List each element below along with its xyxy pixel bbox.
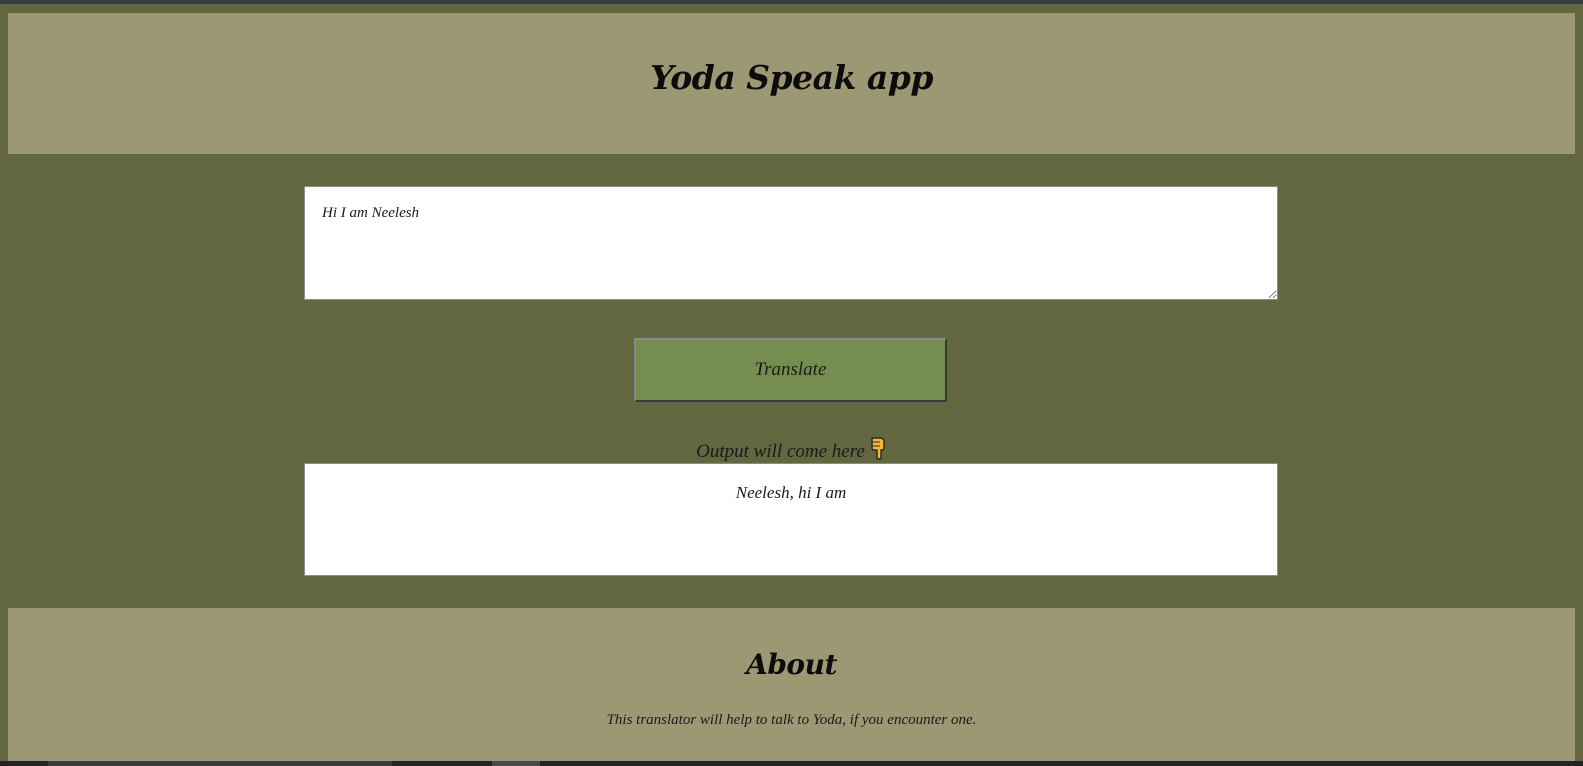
window-top-strip: [0, 0, 1583, 4]
header-banner: Yoda Speak app: [8, 13, 1575, 154]
output-label: Output will come here: [696, 441, 865, 462]
about-heading: About: [746, 648, 837, 681]
output-box: Neelesh, hi I am: [304, 463, 1278, 576]
window-bottom-strip: [0, 761, 1583, 766]
output-text: Neelesh, hi I am: [735, 483, 847, 502]
about-text: This translator will help to talk to Yod…: [606, 712, 977, 728]
output-label-row: Output will come here: [0, 436, 1583, 466]
taskbar-segment: [492, 761, 540, 766]
page-title: Yoda Speak app: [650, 58, 933, 97]
pointing-down-hand-icon: [869, 436, 887, 466]
translate-button[interactable]: Translate: [634, 338, 947, 402]
text-input[interactable]: Hi I am Neelesh: [304, 186, 1278, 300]
about-section: About This translator will help to talk …: [8, 608, 1575, 761]
taskbar-segment: [48, 761, 392, 766]
